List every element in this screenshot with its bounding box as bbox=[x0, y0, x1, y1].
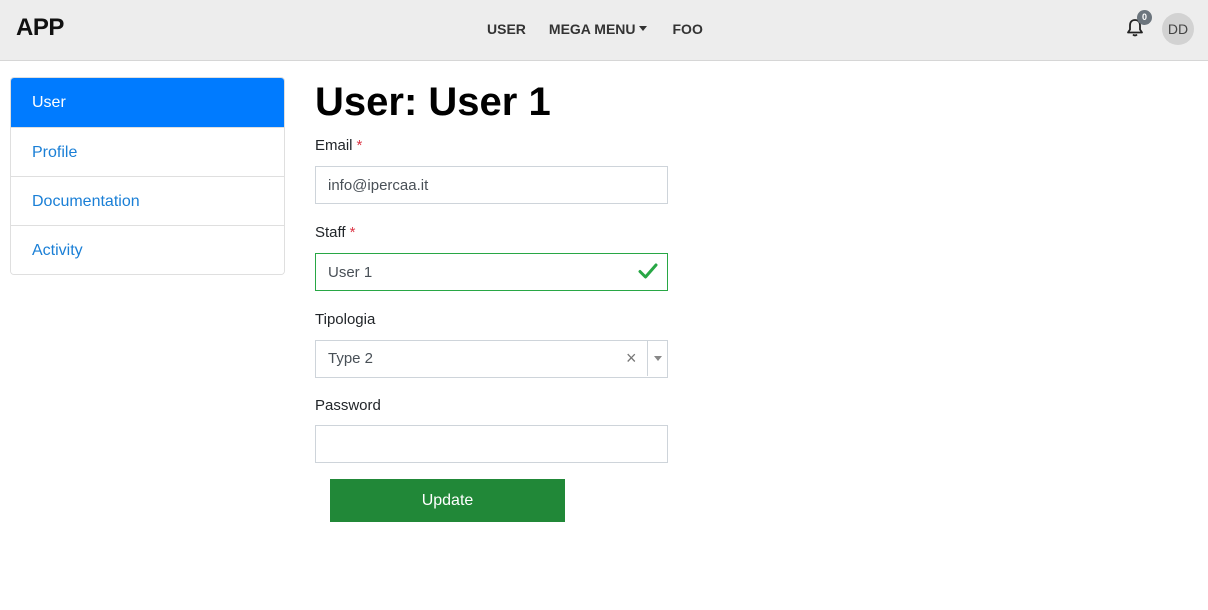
clear-icon[interactable]: × bbox=[626, 349, 637, 367]
email-label-text: Email bbox=[315, 137, 353, 154]
sidebar-item-documentation[interactable]: Documentation bbox=[11, 176, 284, 225]
sidebar: User Profile Documentation Activity bbox=[10, 77, 285, 275]
nav-item-mega-menu[interactable]: MEGA MENU bbox=[549, 21, 647, 37]
caret-down-icon bbox=[638, 26, 647, 31]
notification-badge: 0 bbox=[1137, 10, 1152, 25]
page-title: User: User 1 bbox=[315, 80, 551, 124]
staff-field[interactable] bbox=[315, 253, 668, 291]
password-field[interactable] bbox=[315, 425, 668, 463]
nav-item-foo[interactable]: FOO bbox=[673, 21, 703, 37]
sidebar-item-user[interactable]: User bbox=[11, 78, 284, 127]
staff-label: Staff * bbox=[315, 224, 355, 241]
top-navbar: APP USER MEGA MENU FOO 0 DD bbox=[0, 0, 1208, 61]
required-mark: * bbox=[356, 137, 363, 154]
password-label: Password bbox=[315, 397, 381, 414]
email-field[interactable] bbox=[315, 166, 668, 204]
email-label: Email * bbox=[315, 137, 362, 154]
tipologia-selected-value: Type 2 bbox=[328, 350, 374, 367]
sidebar-item-activity[interactable]: Activity bbox=[11, 225, 284, 274]
app-brand[interactable]: APP bbox=[16, 14, 64, 42]
update-button[interactable]: Update bbox=[330, 479, 565, 522]
tipologia-label: Tipologia bbox=[315, 311, 376, 328]
required-mark: * bbox=[349, 224, 356, 241]
nav-item-mega-menu-label: MEGA MENU bbox=[548, 21, 636, 37]
chevron-down-icon[interactable] bbox=[654, 356, 662, 361]
nav-item-user[interactable]: USER bbox=[487, 21, 526, 37]
staff-label-text: Staff bbox=[315, 224, 346, 241]
main-nav: USER MEGA MENU FOO bbox=[487, 21, 703, 37]
sidebar-item-profile[interactable]: Profile bbox=[11, 127, 284, 176]
valid-check-icon bbox=[638, 262, 658, 280]
select-separator bbox=[647, 341, 648, 376]
avatar[interactable]: DD bbox=[1162, 13, 1194, 45]
tipologia-select[interactable]: Type 2 bbox=[315, 340, 668, 378]
